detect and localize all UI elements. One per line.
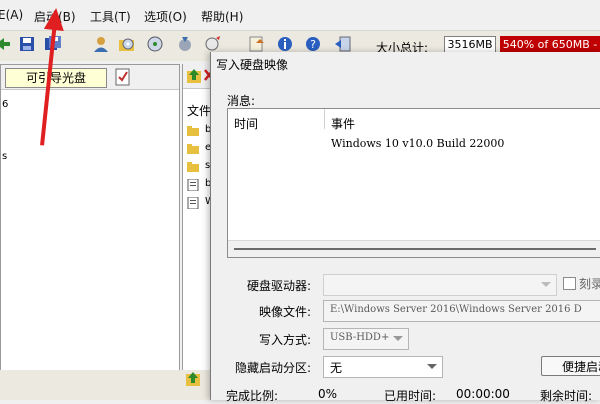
extract-icon[interactable] bbox=[248, 35, 266, 53]
scrollbar-track[interactable] bbox=[234, 248, 596, 250]
folder-icon bbox=[187, 144, 199, 154]
column-event[interactable]: 事件 bbox=[331, 115, 355, 132]
menu-help[interactable]: 帮助(H) bbox=[201, 8, 243, 25]
mount-icon[interactable] bbox=[176, 35, 194, 53]
file-row[interactable]: b bbox=[185, 178, 213, 192]
image-file-field[interactable]: E:\Windows Server 2016\Windows Server 20… bbox=[323, 300, 600, 322]
back-arrow-icon[interactable] bbox=[0, 35, 12, 53]
exit-icon[interactable] bbox=[334, 35, 352, 53]
folder-icon bbox=[187, 126, 199, 136]
shortcut-boot-button[interactable]: 便捷启动 bbox=[541, 356, 600, 376]
elapsed-label: 已用时间: bbox=[384, 389, 437, 403]
file-icon bbox=[187, 197, 199, 209]
file-list-header bbox=[183, 64, 214, 89]
burn-disc-icon[interactable] bbox=[146, 35, 164, 53]
capacity-bar: 540% of 650MB - bbox=[500, 36, 600, 53]
file-icon bbox=[187, 179, 199, 191]
image-file-label: 映像文件: bbox=[258, 305, 311, 319]
file-row[interactable]: e bbox=[185, 142, 213, 156]
menu-tools[interactable]: 工具(T) bbox=[90, 8, 131, 25]
menu-action[interactable]: E(A) bbox=[0, 8, 23, 22]
write-disk-image-dialog: 写入硬盘映像 消息: 时间 事件 Windows 10 v10.0 Build … bbox=[210, 52, 600, 400]
elapsed-value: 00:00:00 bbox=[456, 387, 510, 401]
tree-item[interactable]: 6 bbox=[2, 99, 8, 110]
file-row[interactable]: s bbox=[185, 160, 213, 174]
message-label: 消息: bbox=[227, 94, 256, 108]
hidden-partition-value: 无 bbox=[330, 361, 343, 375]
properties-icon[interactable] bbox=[115, 68, 131, 86]
tree-item[interactable]: s bbox=[2, 151, 7, 162]
up-folder-icon[interactable] bbox=[185, 370, 201, 388]
horizontal-scrollbar[interactable] bbox=[228, 240, 600, 257]
left-panel-header: 可引导光盘 bbox=[1, 65, 179, 90]
help-icon[interactable]: ? bbox=[304, 35, 322, 53]
menu-options[interactable]: 选项(O) bbox=[144, 8, 187, 25]
file-list-panel: 文件 b e s b W bbox=[182, 64, 215, 370]
lower-pane-header bbox=[0, 370, 212, 400]
burn-checkbox[interactable] bbox=[563, 277, 576, 290]
write-mode-label: 写入方式: bbox=[258, 333, 311, 347]
shortcut-boot-label: 便捷启动 bbox=[562, 360, 600, 374]
file-row[interactable]: W bbox=[185, 196, 215, 210]
image-file-value: E:\Windows Server 2016\Windows Server 20… bbox=[330, 304, 582, 315]
folder-icon bbox=[187, 162, 199, 172]
disc-label[interactable]: 可引导光盘 bbox=[5, 68, 107, 88]
message-event: Windows 10 v10.0 Build 22000 bbox=[331, 137, 505, 150]
up-folder-icon[interactable] bbox=[186, 67, 202, 85]
remaining-label: 剩余时间: bbox=[540, 389, 593, 403]
left-disc-panel: 可引导光盘 6 s bbox=[0, 64, 180, 372]
dialog-title: 写入硬盘映像 bbox=[216, 58, 289, 72]
svg-text:?: ? bbox=[310, 38, 316, 51]
file-list-column-header: 文件 bbox=[187, 104, 212, 118]
write-mode-value: USB-HDD+ bbox=[330, 332, 390, 343]
write-mode-select[interactable]: USB-HDD+ bbox=[323, 328, 409, 350]
info-icon[interactable] bbox=[276, 35, 294, 53]
disc-folder-icon[interactable] bbox=[118, 35, 136, 53]
wand-icon[interactable] bbox=[204, 35, 222, 53]
disk-drive-select[interactable] bbox=[323, 274, 557, 296]
column-divider[interactable] bbox=[324, 109, 325, 129]
hidden-partition-select[interactable]: 无 bbox=[323, 356, 443, 378]
file-row[interactable]: b bbox=[185, 124, 213, 138]
save-icon[interactable] bbox=[18, 35, 36, 53]
user-icon[interactable] bbox=[92, 35, 110, 53]
burn-check-label: 刻录 bbox=[579, 277, 600, 291]
message-list[interactable]: 时间 事件 Windows 10 v10.0 Build 22000 bbox=[227, 108, 600, 258]
chevron-down-icon bbox=[541, 282, 551, 287]
completion-value: 0% bbox=[318, 387, 338, 401]
hidden-partition-label: 隐藏启动分区: bbox=[234, 361, 311, 375]
disk-drive-label: 硬盘驱动器: bbox=[246, 279, 311, 293]
completion-label: 完成比例: bbox=[226, 389, 279, 403]
menu-bar: E(A) 启动(B) 工具(T) 选项(O) 帮助(H) bbox=[0, 0, 600, 30]
column-time[interactable]: 时间 bbox=[234, 115, 258, 132]
chevron-down-icon bbox=[393, 336, 403, 341]
chevron-down-icon bbox=[427, 364, 437, 369]
